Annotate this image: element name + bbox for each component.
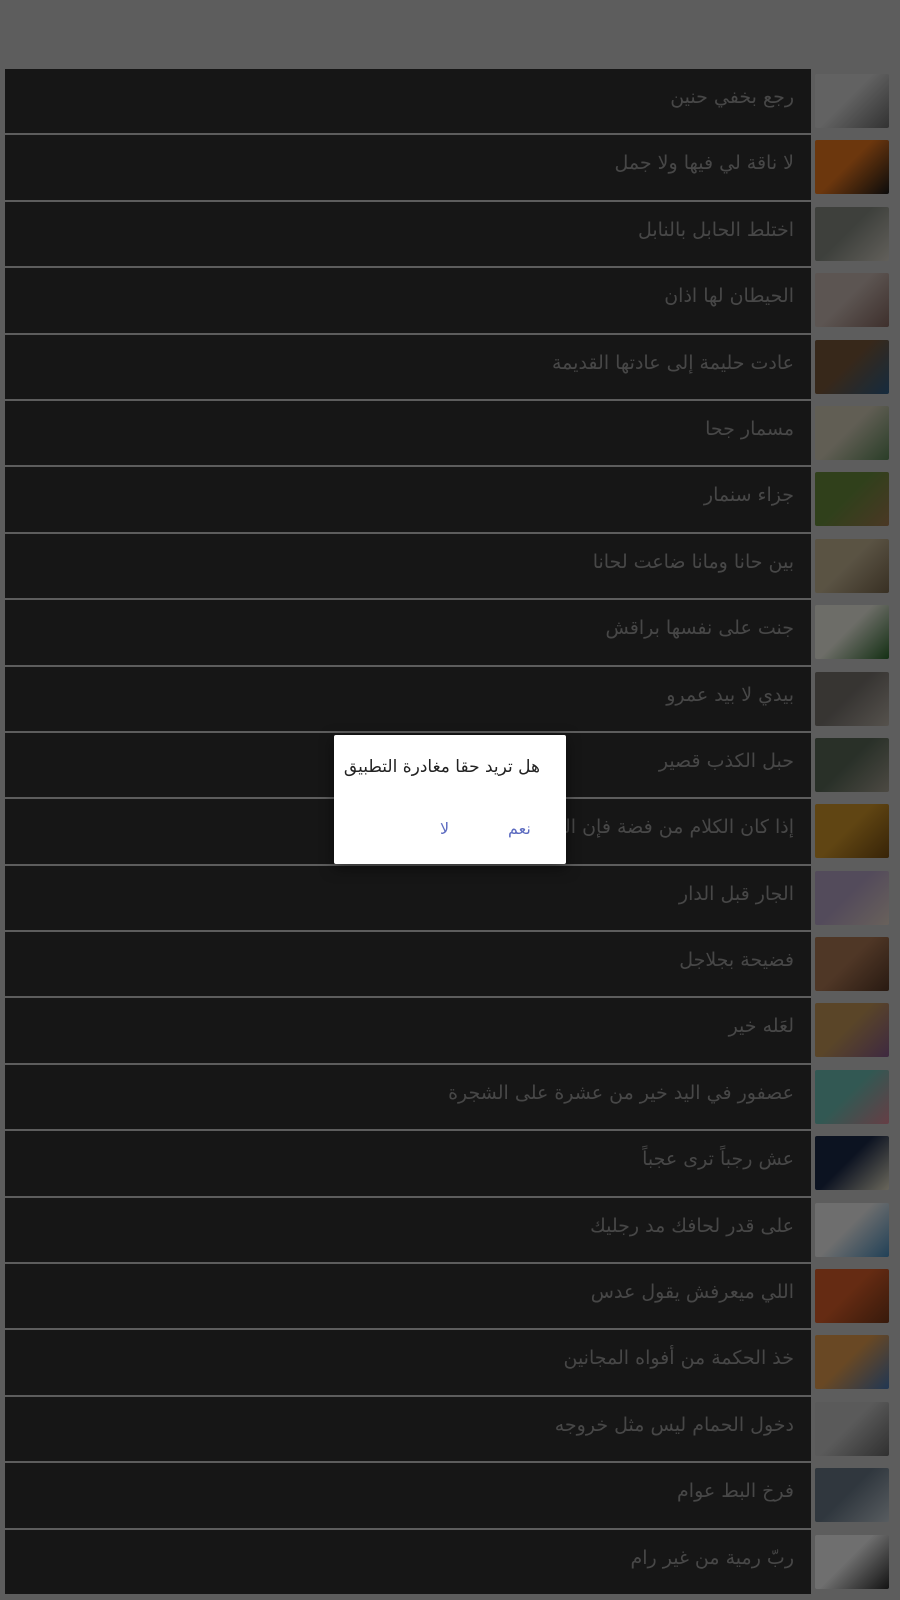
cancel-exit-button[interactable]: لا xyxy=(432,815,457,842)
confirm-exit-button[interactable]: نعم xyxy=(500,815,539,842)
dialog-message: هل تريد حقا مغادرة التطبيق xyxy=(343,757,540,777)
exit-dialog: هل تريد حقا مغادرة التطبيق نعم لا xyxy=(334,735,566,864)
